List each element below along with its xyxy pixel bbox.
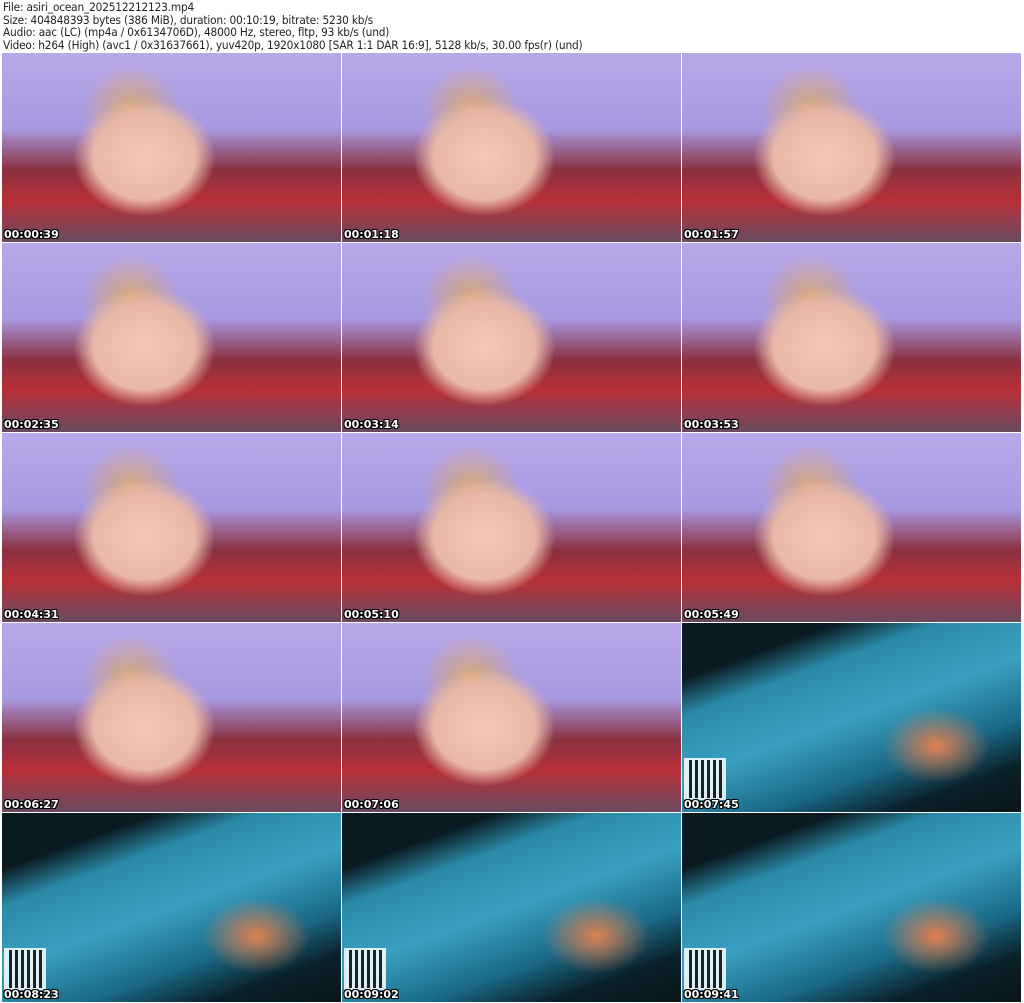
timestamp-label: 00:01:18 [344,228,399,241]
timestamp-label: 00:05:49 [684,608,739,621]
timestamp-label: 00:08:23 [4,988,59,1001]
video-thumbnail: 00:04:31 [2,433,341,622]
video-thumbnail: 00:05:10 [342,433,681,622]
timestamp-label: 00:01:57 [684,228,739,241]
timestamp-label: 00:05:10 [344,608,399,621]
timestamp-label: 00:07:06 [344,798,399,811]
qr-code [344,948,386,990]
video-thumbnail: 00:08:23 [2,813,341,1002]
video-thumbnail: 00:05:49 [682,433,1021,622]
video-thumbnail: 00:09:41 [682,813,1021,1002]
timestamp-label: 00:09:02 [344,988,399,1001]
video-thumbnail: 00:00:39 [2,53,341,242]
video-thumbnail: 00:06:27 [2,623,341,812]
audio-info: Audio: aac (LC) (mp4a / 0x6134706D), 480… [3,25,390,40]
video-thumbnail: 00:07:45 [682,623,1021,812]
timestamp-label: 00:03:53 [684,418,739,431]
video-info: Video: h264 (High) (avc1 / 0x31637661), … [3,37,583,52]
timestamp-label: 00:02:35 [4,418,59,431]
video-thumbnail: 00:03:14 [342,243,681,432]
qr-code [684,948,726,990]
timestamp-label: 00:09:41 [684,988,739,1001]
video-thumbnail: 00:07:06 [342,623,681,812]
timestamp-label: 00:04:31 [4,608,59,621]
thumbnail-grid: 00:00:39 00:01:18 00:01:57 00:02:35 00:03:14… [2,53,1021,1002]
video-thumbnail: 00:03:53 [682,243,1021,432]
video-thumbnail: 00:02:35 [2,243,341,432]
timestamp-label: 00:07:45 [684,798,739,811]
file-name: File: asiri_ocean_202512212123.mp4 [3,0,195,14]
file-info-header: File: asiri_ocean_202512212123.mp4 Size:… [3,0,583,52]
timestamp-label: 00:03:14 [344,418,399,431]
qr-code [4,948,46,990]
timestamp-label: 00:06:27 [4,798,59,811]
video-thumbnail: 00:01:18 [342,53,681,242]
video-thumbnail: 00:09:02 [342,813,681,1002]
video-thumbnail: 00:01:57 [682,53,1021,242]
timestamp-label: 00:00:39 [4,228,59,241]
qr-code [684,758,726,800]
